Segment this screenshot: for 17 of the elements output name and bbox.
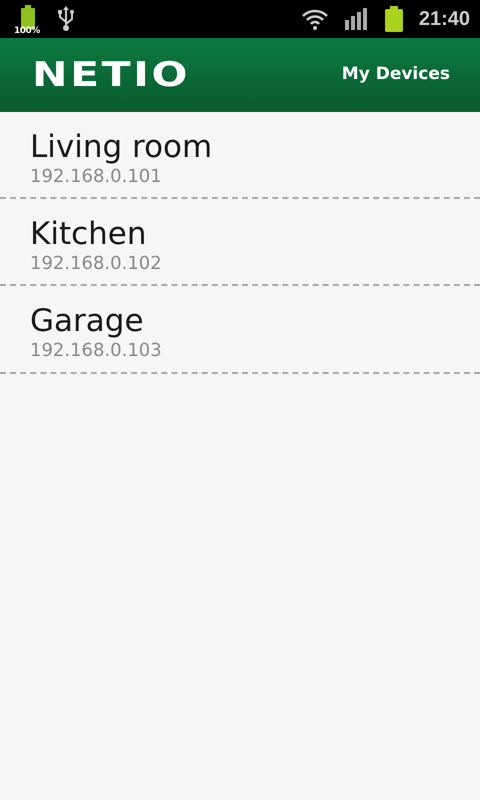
device-row[interactable]: Living room 192.168.0.101 (0, 112, 480, 200)
device-row[interactable]: Garage 192.168.0.103 (0, 286, 480, 374)
clock: 21:40 (418, 7, 470, 32)
battery-percent: 100% (14, 27, 40, 36)
app-logo: NETIO (32, 58, 190, 92)
device-address: 192.168.0.102 (30, 252, 163, 274)
usb-icon (58, 6, 74, 32)
screen-title: My Devices (342, 63, 450, 86)
battery-icon (384, 6, 403, 32)
signal-icon (344, 8, 369, 30)
device-row[interactable]: Kitchen 192.168.0.102 (0, 199, 480, 286)
device-address: 192.168.0.103 (30, 340, 163, 362)
device-name: Kitchen (30, 217, 148, 253)
device-address: 192.168.0.101 (30, 166, 163, 188)
device-name: Garage (30, 304, 145, 340)
device-name: Living room (30, 130, 214, 166)
wifi-icon (300, 8, 329, 30)
